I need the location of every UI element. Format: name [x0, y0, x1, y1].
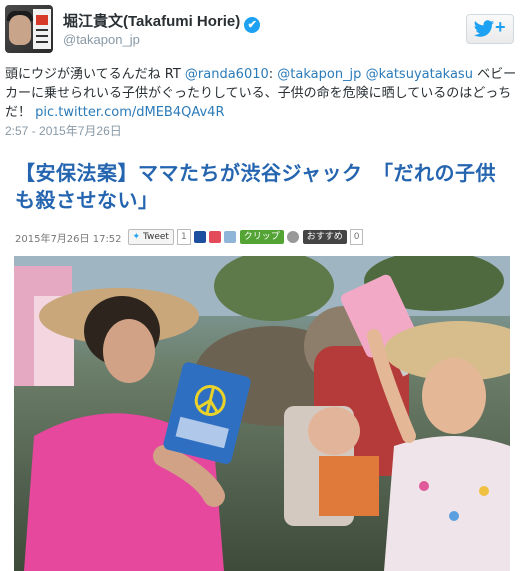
dress-dot	[419, 481, 429, 491]
mention-link[interactable]: @takapon_jp	[277, 67, 361, 82]
mention-link[interactable]: @katsuyatakasu	[366, 67, 473, 82]
follow-plus: +	[495, 17, 506, 37]
book-red-label	[36, 15, 48, 25]
twitter-bird-icon	[473, 20, 494, 37]
clip-button[interactable]: クリップ	[239, 230, 284, 244]
article-headline: 【安保法案】ママたちが渋谷ジャック 「だれの子供も殺させない」	[15, 161, 496, 212]
verified-badge-icon: ✔	[244, 17, 261, 33]
girl-dress	[384, 436, 510, 571]
book-line	[36, 29, 48, 31]
article-date: 2015年7月26日 17:52	[15, 233, 122, 245]
article-photo[interactable]	[14, 256, 510, 571]
share-service-icon[interactable]	[223, 231, 236, 243]
author-name-row[interactable]: 堀江貴文(Takafumi Horie) ✔	[63, 10, 261, 33]
tweet-share-label: Tweet	[142, 232, 169, 242]
author-handle[interactable]: @takapon_jp	[63, 32, 140, 47]
article-meta-bar: 2015年7月26日 17:52 ✦ Tweet 1 クリップ おすすめ 0	[15, 228, 364, 246]
share-service-icon[interactable]	[208, 231, 221, 243]
tweet-share-button[interactable]: ✦ Tweet	[127, 229, 174, 245]
face	[103, 319, 155, 383]
dress-dot	[479, 486, 489, 496]
girl-face	[422, 358, 486, 434]
mention-link[interactable]: @randa6010	[185, 67, 269, 82]
tweet-header: 堀江貴文(Takafumi Horie) ✔ @takapon_jp +	[0, 0, 523, 60]
tweet-text: 頭にウジが湧いてるんだね RT @randa6010: @takapon_jp …	[5, 65, 517, 122]
book-line	[36, 41, 48, 43]
author-avatar[interactable]	[5, 5, 53, 53]
author-name[interactable]: 堀江貴文(Takafumi Horie)	[63, 13, 240, 30]
recommend-button[interactable]: おすすめ	[302, 230, 347, 244]
avatar-face	[9, 15, 31, 45]
peace-fan	[163, 362, 251, 464]
share-service-icon[interactable]	[193, 231, 206, 243]
photo-scene	[14, 256, 510, 571]
pic-link[interactable]: pic.twitter.com/dMEB4QAv4R	[35, 105, 224, 120]
dress-dot	[449, 511, 459, 521]
book-line	[36, 35, 48, 37]
tweet-timestamp[interactable]: 2:57 - 2015年7月26日	[5, 122, 122, 139]
tweet-text-part: 頭にウジが湧いてるんだね RT	[5, 67, 185, 82]
tweet-share-count: 1	[176, 229, 191, 245]
tweet-text-part: :	[268, 67, 278, 82]
child-face	[308, 407, 360, 455]
recommend-count: 0	[349, 229, 364, 245]
avatar-book-cover	[33, 9, 51, 49]
follow-button[interactable]: +	[466, 14, 514, 44]
share-service-icon[interactable]	[286, 231, 299, 243]
child-shirt	[319, 456, 379, 516]
share-bird-icon: ✦	[132, 232, 141, 242]
